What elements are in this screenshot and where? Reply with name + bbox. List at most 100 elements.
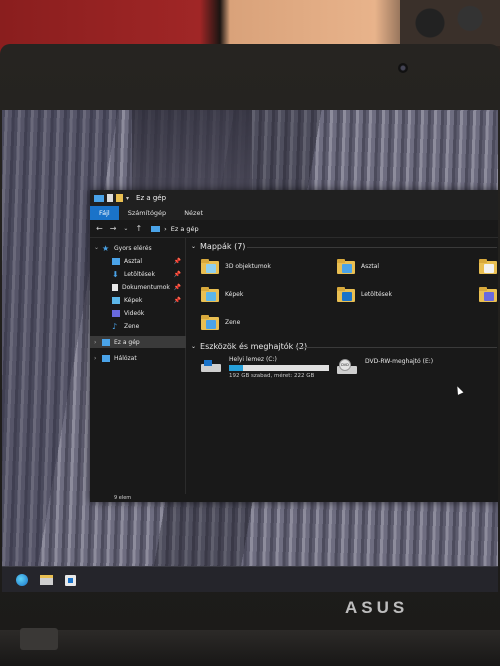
window-title: Ez a gép (136, 194, 167, 202)
content-pane: ⌄ Mappák (7) 3D objektumok Asztal Képek … (187, 238, 498, 494)
folder-label: Képek (225, 290, 244, 298)
pin-icon[interactable]: 📌 (174, 284, 181, 291)
webcam (398, 63, 408, 73)
folder-label: Asztal (361, 262, 380, 270)
properties-icon[interactable] (107, 194, 113, 202)
video-icon (112, 309, 120, 317)
sidebar-item-network[interactable]: › Hálózat (90, 352, 186, 364)
drive-usage-fill (229, 365, 243, 371)
edge-icon[interactable] (12, 570, 32, 590)
desktop-icon (112, 257, 120, 265)
divider (295, 347, 497, 348)
tab-view[interactable]: Nézet (175, 206, 212, 220)
pc-icon (94, 194, 104, 202)
address-bar[interactable]: › Ez a gép (151, 225, 199, 233)
folder-documents-icon[interactable] (479, 258, 497, 274)
folder-label: Letöltések (361, 290, 392, 298)
sidebar-item-label: Gyors elérés (114, 244, 152, 252)
folder-icon (201, 314, 219, 330)
folder-icon (337, 258, 355, 274)
music-icon: ♪ (112, 321, 118, 331)
divider (247, 247, 497, 248)
folder-icon (201, 258, 219, 274)
devices-group-header[interactable]: ⌄ Eszközök és meghajtók (2) (191, 342, 307, 351)
hard-drive-icon (201, 358, 223, 374)
title-bar: ▾ Ez a gép (90, 190, 498, 206)
folder-3d-objects[interactable]: 3D objektumok (201, 258, 271, 274)
folder-pictures[interactable]: Képek (201, 286, 243, 302)
back-arrow-icon[interactable]: ← (96, 224, 103, 233)
download-icon: ⬇ (112, 269, 119, 279)
chevron-down-icon: ⌄ (191, 243, 197, 250)
document-icon (112, 283, 118, 291)
taskbar (2, 566, 498, 592)
store-icon[interactable] (60, 570, 80, 590)
folder-icon (201, 286, 219, 302)
pin-icon[interactable]: 📌 (174, 271, 181, 278)
drive-usage-bar (229, 365, 329, 371)
sidebar-item-label: Képek (124, 296, 143, 304)
sidebar-item-label: Hálózat (114, 354, 137, 362)
status-bar: 9 elem (90, 494, 498, 502)
sidebar-item-label: Ez a gép (114, 338, 140, 346)
folder-icon (337, 286, 355, 302)
navigation-bar: ← → ⌄ ↑ › Ez a gép (90, 220, 498, 238)
folder-music[interactable]: Zene (201, 314, 240, 330)
folders-group-header[interactable]: ⌄ Mappák (7) (191, 242, 245, 251)
chevron-down-icon: ⌄ (191, 343, 197, 350)
navigation-pane: ⌄ ★ Gyors elérés Asztal 📌 ⬇ Letöltések 📌… (90, 238, 186, 494)
sidebar-item-desktop[interactable]: Asztal 📌 (90, 255, 186, 267)
pc-icon (151, 225, 161, 232)
drive-label: Helyi lemez (C:) (229, 356, 277, 363)
background-objects (400, 0, 500, 46)
folder-videos-icon[interactable] (479, 286, 497, 302)
file-explorer-window: ▾ Ez a gép Fájl Számítógép Nézet ← → ⌄ ↑… (90, 190, 498, 502)
sidebar-item-music[interactable]: ♪ Zene (90, 320, 186, 332)
pin-icon[interactable]: 📌 (174, 297, 181, 304)
drive-label: DVD-RW-meghajtó (E:) (365, 358, 434, 365)
sidebar-item-documents[interactable]: Dokumentumok 📌 (90, 281, 186, 293)
chevron-right-icon[interactable]: › (94, 339, 96, 346)
ribbon: Fájl Számítógép Nézet (90, 206, 498, 220)
drive-dvd-e[interactable]: DVD DVD-RW-meghajtó (E:) (337, 356, 433, 374)
chevron-right-icon[interactable]: › (94, 355, 96, 362)
drive-local-disk-c[interactable]: Helyi lemez (C:) 192 GB szabad, méret: 2… (201, 356, 329, 379)
sidebar-item-label: Zene (124, 322, 140, 330)
folder-downloads[interactable]: Letöltések (337, 286, 392, 302)
folder-desktop[interactable]: Asztal (337, 258, 379, 274)
tab-file[interactable]: Fájl (90, 206, 119, 220)
picture-icon (112, 296, 120, 304)
new-folder-icon[interactable] (116, 194, 123, 202)
drive-space-text: 192 GB szabad, méret: 222 GB (229, 373, 315, 379)
up-arrow-icon[interactable]: ↑ (135, 224, 142, 233)
sidebar-item-label: Asztal (124, 257, 143, 265)
group-title: Eszközök és meghajtók (2) (200, 342, 308, 351)
pin-icon[interactable]: 📌 (174, 258, 181, 265)
screen: ▾ Ez a gép Fájl Számítógép Nézet ← → ⌄ ↑… (2, 110, 498, 592)
group-title: Mappák (7) (200, 242, 246, 251)
customize-quick-access-icon[interactable]: ▾ (126, 195, 129, 202)
dvd-badge: DVD (339, 359, 351, 371)
file-explorer-icon[interactable] (36, 570, 56, 590)
sidebar-item-quick-access[interactable]: ★ Gyors elérés (90, 242, 186, 254)
forward-arrow-icon[interactable]: → (110, 224, 117, 233)
dvd-drive-icon: DVD (337, 358, 359, 374)
breadcrumb: Ez a gép (170, 224, 199, 233)
sidebar-item-downloads[interactable]: ⬇ Letöltések 📌 (90, 268, 186, 280)
sidebar-item-label: Videók (124, 309, 145, 317)
chevron-down-icon[interactable]: ⌄ (123, 225, 128, 232)
brand-logo: ASUS (345, 598, 409, 617)
folder-label: Zene (225, 318, 241, 326)
tab-computer[interactable]: Számítógép (119, 206, 175, 220)
network-icon (102, 354, 110, 362)
keyboard-deck (0, 630, 500, 666)
sidebar-item-label: Letöltések (124, 270, 155, 278)
sidebar-item-label: Dokumentumok (122, 283, 170, 291)
sidebar-item-pictures[interactable]: Képek 📌 (90, 294, 186, 306)
sidebar-item-videos[interactable]: Videók (90, 307, 186, 319)
item-count: 9 elem (114, 495, 132, 501)
sidebar-item-this-pc[interactable]: › Ez a gép (90, 336, 186, 348)
star-icon: ★ (102, 243, 110, 253)
keyboard-key (20, 628, 58, 650)
pc-icon (102, 338, 110, 346)
